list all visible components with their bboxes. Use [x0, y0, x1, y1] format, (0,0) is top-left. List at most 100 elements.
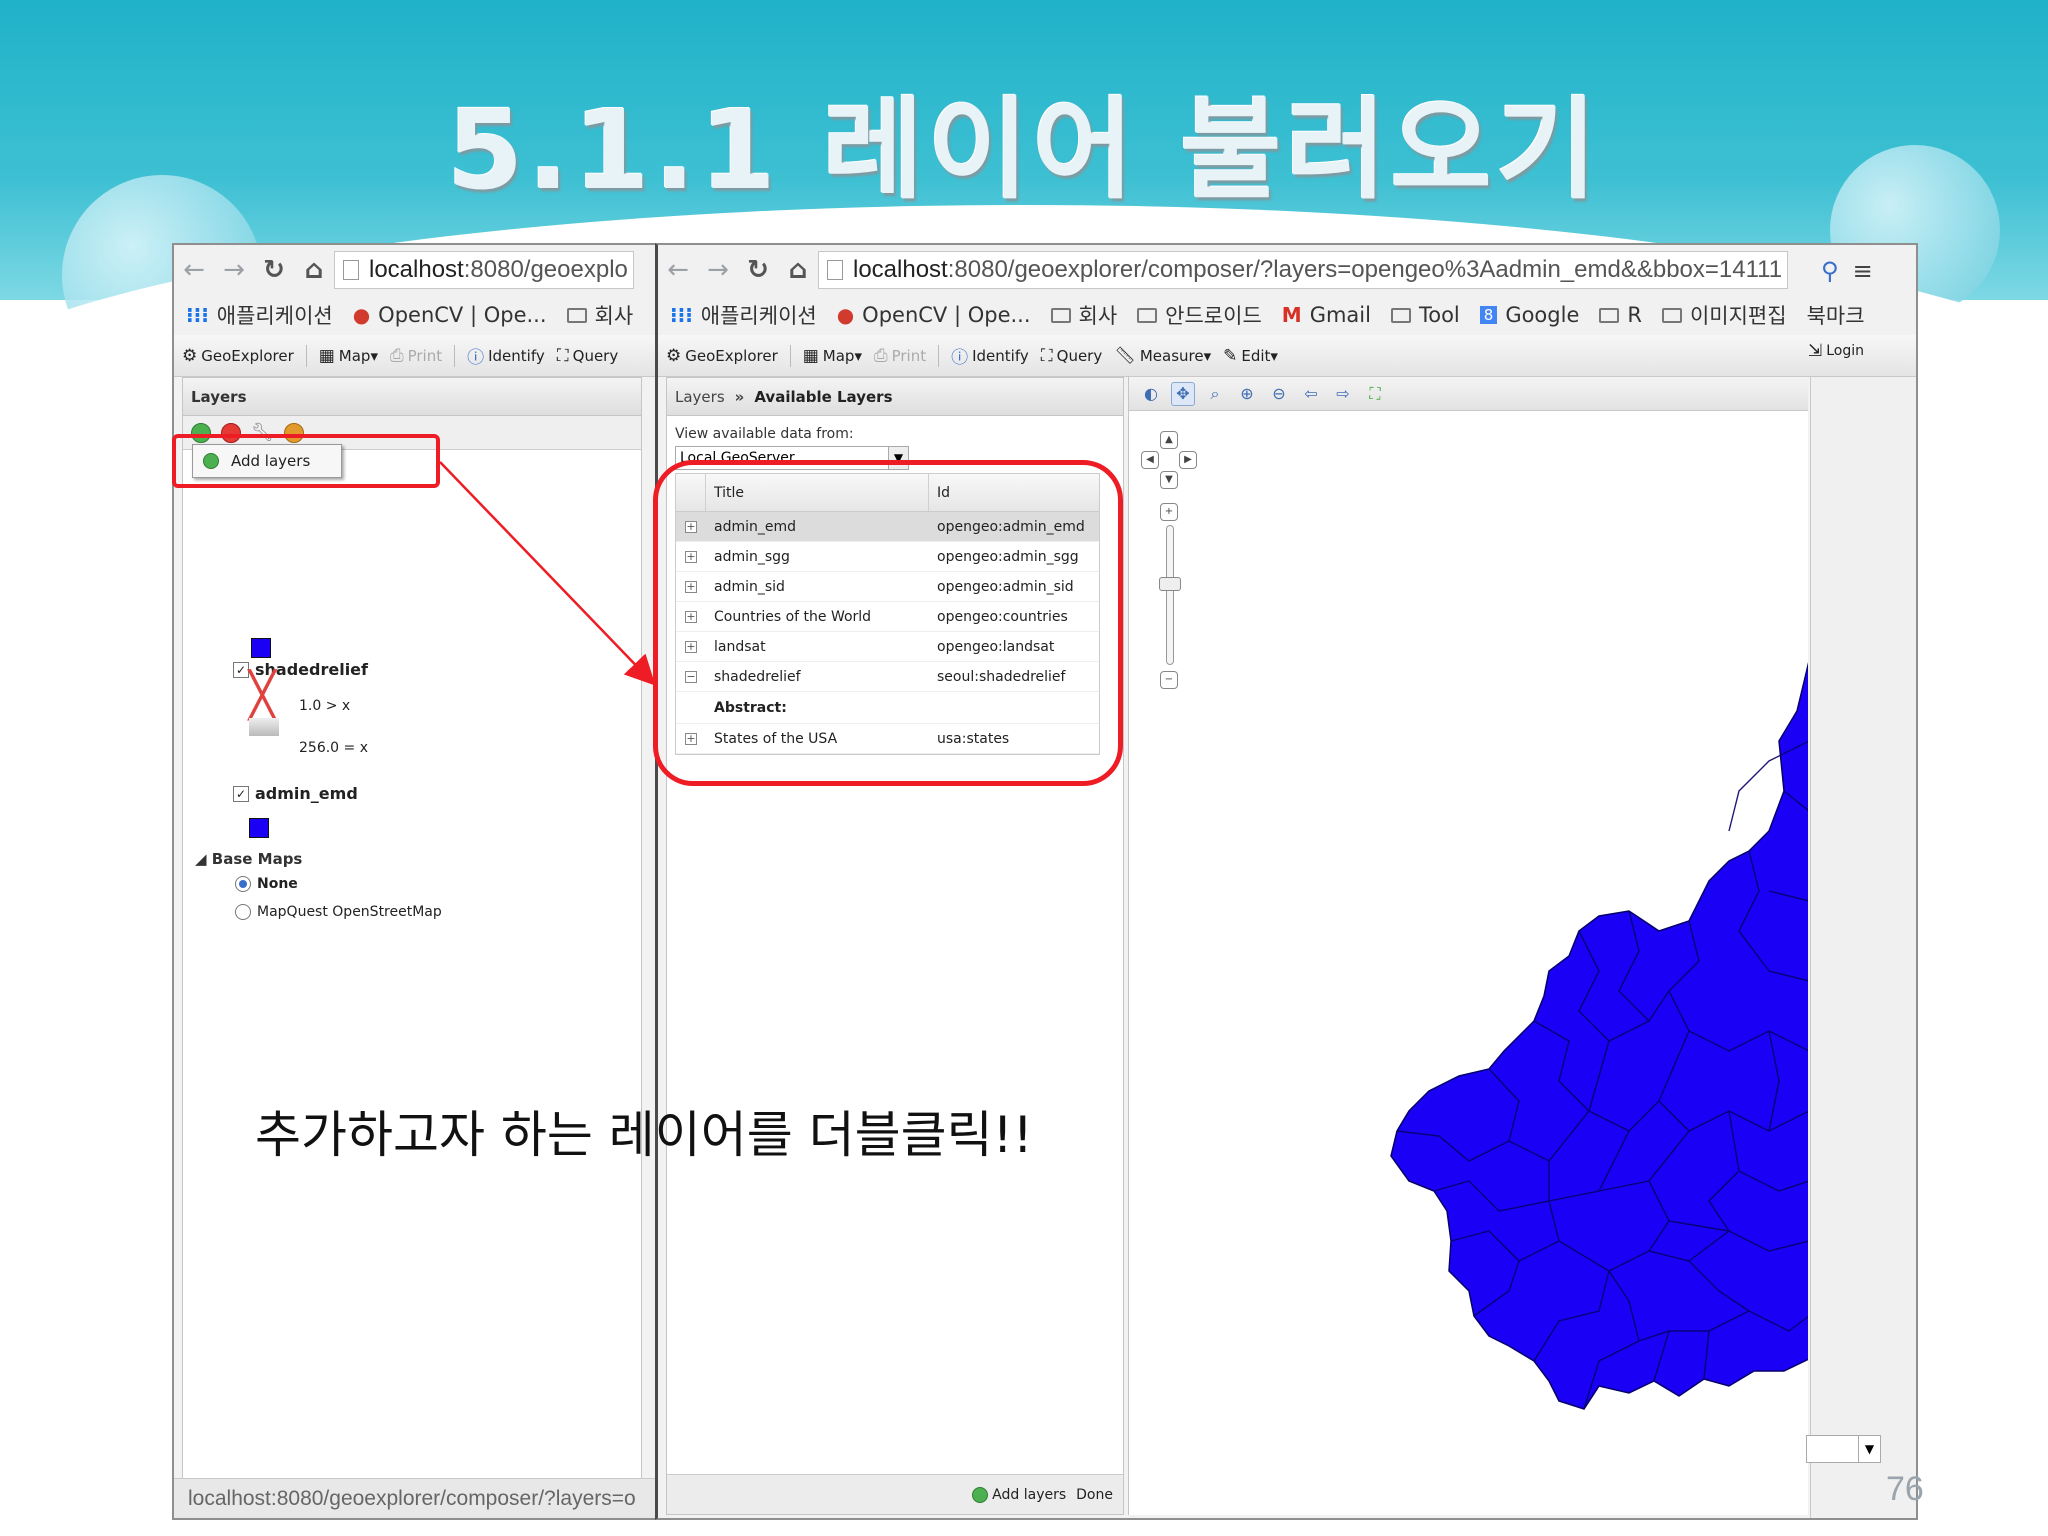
zoom-in-icon[interactable]: ⊕: [1235, 382, 1259, 406]
url-path: :8080/geoexplorer/composer/?layers=openg…: [947, 256, 1783, 283]
radio-button[interactable]: [235, 904, 251, 920]
bookmark-overflow[interactable]: 북마크: [1807, 300, 1865, 330]
bookmark-folder-tool[interactable]: Tool: [1390, 303, 1460, 327]
base-map-option-none[interactable]: None: [235, 876, 298, 892]
legend-max-value: 1.0: [299, 698, 322, 714]
extension-icon[interactable]: ⚲: [1821, 257, 1839, 285]
folder-icon: [1390, 307, 1411, 323]
legend-min-value: 256.0: [299, 740, 340, 756]
layer-item-admin-emd[interactable]: ✓ admin_emd: [233, 784, 358, 803]
base-maps-title: Base Maps: [211, 850, 303, 868]
forward-icon[interactable]: →: [698, 255, 738, 285]
bookmark-label: 이미지편집: [1689, 304, 1787, 328]
map-canvas: [1390, 661, 1808, 1410]
address-bar: ← → ↻ ⌂ localhost:8080/geoexplorer/compo…: [658, 245, 1916, 295]
bookmarks-bar: ⁝⁝⁝ 애플리케이션 ● OpenCV | Ope... 회사 안드로이드 M Gma…: [658, 295, 1916, 335]
globe-icon[interactable]: ◐: [1139, 382, 1163, 406]
google-icon: 8: [1479, 306, 1498, 324]
print-button[interactable]: ⎙ Print: [390, 346, 442, 366]
base-map-option-mapquest[interactable]: MapQuest OpenStreetMap: [235, 904, 442, 920]
geoexplorer-menu[interactable]: ⚙ GeoExplorer: [182, 346, 294, 366]
layer-checkbox[interactable]: ✓: [233, 785, 249, 802]
previous-extent-icon[interactable]: ⇦: [1299, 382, 1323, 406]
page-icon: [343, 260, 359, 280]
bookmark-folder-image-edit[interactable]: 이미지편집: [1661, 300, 1787, 330]
bookmark-opencv[interactable]: ● OpenCV | Ope...: [353, 303, 547, 327]
edit-menu[interactable]: ✎ Edit ▾: [1223, 346, 1278, 366]
folder-icon: [1137, 307, 1158, 323]
zoom-extent-icon[interactable]: ⛶: [1363, 382, 1387, 406]
map-menu[interactable]: ▦ Map ▾: [319, 346, 378, 366]
add-layers-button-label: Add layers: [992, 1486, 1067, 1503]
bookmark-apps[interactable]: ⁝⁝⁝ 애플리케이션: [670, 300, 817, 330]
toolbar-divider: [305, 344, 307, 367]
scale-select[interactable]: ▼: [1806, 1435, 1881, 1463]
bookmark-folder-company[interactable]: 회사: [566, 300, 633, 330]
pencil-icon: ✎: [1223, 345, 1238, 366]
breadcrumb-current: Available Layers: [754, 387, 893, 406]
query-button[interactable]: ⛶ Query: [1041, 346, 1103, 366]
radio-button[interactable]: [235, 876, 251, 892]
login-button[interactable]: ⇲ Login: [1808, 341, 1864, 361]
add-layers-button[interactable]: Add layers: [972, 1486, 1067, 1503]
menu-icon[interactable]: ≡: [1853, 257, 1873, 285]
printer-icon: ⎙: [873, 345, 888, 366]
base-maps-group[interactable]: ◢ Base Maps: [195, 850, 302, 868]
zoom-box-icon[interactable]: ⌕: [1203, 382, 1227, 406]
admin-emd-polygon: [1390, 661, 1808, 1410]
layer-legend-swatch: [249, 818, 269, 838]
bookmark-folder-company[interactable]: 회사: [1050, 300, 1118, 330]
breadcrumb-layers[interactable]: Layers: [675, 388, 725, 406]
toolbar-label: GeoExplorer: [685, 346, 778, 365]
map-menu[interactable]: ▦ Map ▾: [803, 346, 862, 366]
layer-checkbox[interactable]: ✓: [233, 661, 249, 678]
chevron-down-icon[interactable]: ▼: [1858, 1436, 1880, 1462]
home-icon[interactable]: ⌂: [294, 255, 334, 285]
zoom-out-icon[interactable]: ⊖: [1267, 382, 1291, 406]
query-button[interactable]: ⛶ Query: [557, 346, 619, 366]
back-icon[interactable]: ←: [658, 255, 698, 285]
identify-button[interactable]: ⓘ Identify: [951, 343, 1029, 369]
bookmark-folder-r[interactable]: R: [1599, 303, 1642, 327]
pan-icon[interactable]: ✥: [1171, 381, 1195, 406]
opencv-icon: ●: [836, 303, 855, 327]
toolbar-label: Login: [1826, 343, 1865, 359]
toolbar-label: GeoExplorer: [201, 346, 294, 365]
layer-name: admin_emd: [255, 784, 358, 803]
toolbar-label: Map: [822, 346, 855, 365]
bookmark-folder-android[interactable]: 안드로이드: [1137, 300, 1262, 330]
identify-button[interactable]: ⓘ Identify: [467, 343, 545, 369]
reload-icon[interactable]: ↻: [738, 255, 778, 285]
bookmark-label: R: [1627, 303, 1642, 327]
toolbar-divider: [938, 344, 940, 367]
done-button[interactable]: Done: [1076, 1487, 1113, 1503]
page-icon: [827, 260, 843, 280]
home-icon[interactable]: ⌂: [778, 255, 818, 285]
map-viewport[interactable]: ◐ ✥ ⌕ ⊕ ⊖ ⇦ ⇨ ⛶ ▲ ◀ ▶ ▼ + −: [1128, 377, 1808, 1515]
address-bar: ← → ↻ ⌂ localhost:8080/geoexplo: [174, 245, 655, 295]
legend-max-operator: >: [325, 698, 338, 714]
measure-menu[interactable]: 📏︎ Measure ▾: [1114, 346, 1211, 366]
bookmark-google[interactable]: 8 Google: [1479, 303, 1579, 327]
url-input[interactable]: localhost:8080/geoexplorer/composer/?lay…: [818, 251, 1788, 289]
bookmark-gmail[interactable]: M Gmail: [1282, 303, 1371, 327]
back-icon[interactable]: ←: [174, 255, 214, 285]
forward-icon[interactable]: →: [214, 255, 254, 285]
next-extent-icon[interactable]: ⇨: [1331, 382, 1355, 406]
url-input[interactable]: localhost:8080/geoexplo: [334, 251, 634, 289]
reload-icon[interactable]: ↻: [254, 255, 294, 285]
toolbar-label: Measure: [1139, 346, 1204, 365]
bookmark-opencv[interactable]: ● OpenCV | Ope...: [837, 303, 1031, 327]
base-map-label: None: [257, 876, 298, 892]
page-number: 76: [1886, 1470, 1924, 1508]
layers-panel-title: Layers: [183, 378, 641, 416]
geoexplorer-menu[interactable]: ⚙ GeoExplorer: [666, 346, 778, 366]
bookmark-label: OpenCV | Ope...: [378, 303, 547, 327]
print-button[interactable]: ⎙ Print: [874, 346, 926, 366]
bookmark-label: 회사: [1078, 304, 1118, 328]
legend-raster-x-icon: ╳: [249, 670, 276, 721]
bookmark-apps[interactable]: ⁝⁝⁝ 애플리케이션: [186, 300, 333, 330]
map-icon: ▦: [802, 345, 819, 366]
bookmark-label: 애플리케이션: [700, 304, 817, 328]
toolbar-label: Print: [891, 346, 927, 365]
